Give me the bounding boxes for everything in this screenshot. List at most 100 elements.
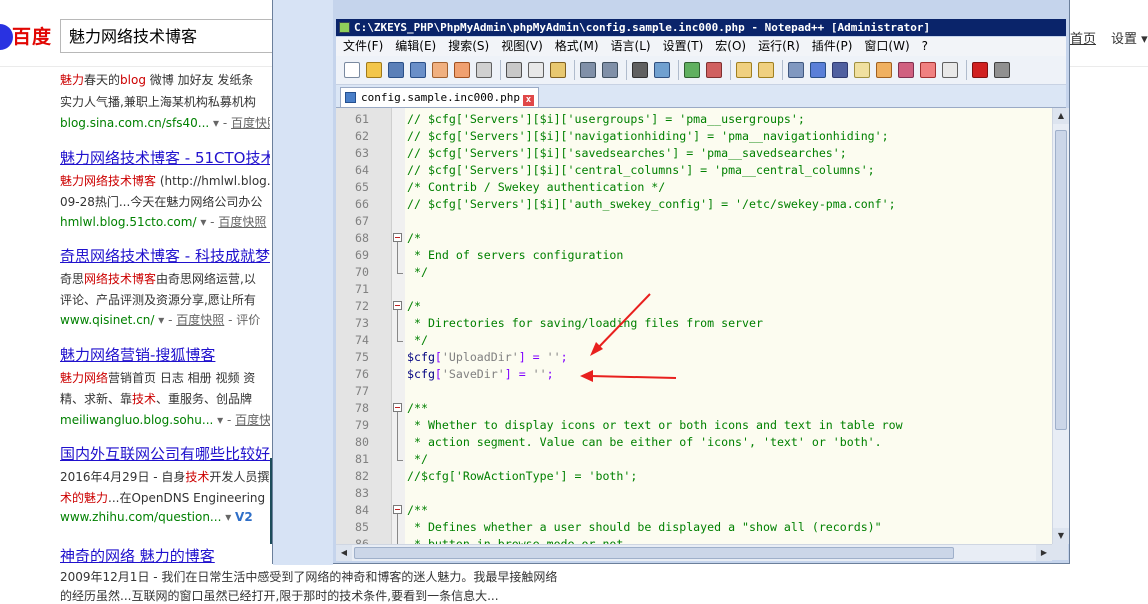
code-line[interactable]: 62 // $cfg['Servers'][$i]['navigationhidi… [336, 128, 1052, 145]
doc-list-icon[interactable] [898, 62, 914, 78]
rating-link[interactable]: 评价 [236, 313, 260, 327]
menu-item[interactable]: 运行(R) [751, 37, 805, 56]
code-line[interactable]: 79 * Whether to display icons or text or… [336, 417, 1052, 434]
close-tab-icon[interactable]: x [522, 95, 534, 106]
wrap-icon[interactable] [788, 62, 804, 78]
code-line[interactable]: 85 * Defines whether a user should be di… [336, 519, 1052, 536]
code-line[interactable]: 73 * Directories for saving/loading file… [336, 315, 1052, 332]
settings-link[interactable]: 设置 ▾ [1111, 28, 1148, 47]
result-title[interactable]: 魅力网络技术博客 - 51CTO技术博客 [60, 147, 270, 168]
menu-item[interactable]: 格式(M) [548, 37, 604, 56]
code-editor[interactable]: 61 // $cfg['Servers'][$i]['usergroups'] =… [336, 108, 1052, 544]
save-icon[interactable] [388, 62, 404, 78]
code-line[interactable]: 69 * End of servers configuration [336, 247, 1052, 264]
copy-icon[interactable] [528, 62, 544, 78]
code-line[interactable]: 81 */ [336, 451, 1052, 468]
code-line[interactable]: 77 [336, 383, 1052, 400]
code-line[interactable]: 74 */ [336, 332, 1052, 349]
code-line[interactable]: 61 // $cfg['Servers'][$i]['usergroups'] =… [336, 111, 1052, 128]
code-line[interactable]: 65 /* Contrib / Swekey authentication */ [336, 179, 1052, 196]
replace-icon[interactable] [654, 62, 670, 78]
show-all-icon[interactable] [810, 62, 826, 78]
window-titlebar[interactable]: C:\ZKEYS_PHP\PhpMyAdmin\phpMyAdmin\confi… [336, 19, 1066, 36]
scroll-down-icon[interactable]: ▼ [1053, 528, 1069, 544]
result-last-title[interactable]: 神奇的网络 魅力的博客 [60, 545, 215, 566]
stop-icon[interactable] [994, 62, 1010, 78]
folder-icon[interactable] [920, 62, 936, 78]
horizontal-scrollbar[interactable]: ◀ ▶ [336, 544, 1052, 561]
doc-map-icon[interactable] [854, 62, 870, 78]
scroll-right-icon[interactable]: ▶ [1036, 545, 1052, 561]
menu-item[interactable]: 宏(O) [708, 37, 751, 56]
code-line[interactable]: 68 /* [336, 230, 1052, 247]
code-line[interactable]: 66 // $cfg['Servers'][$i]['auth_swekey_co… [336, 196, 1052, 213]
fold-toggle-icon[interactable] [393, 301, 402, 310]
open-file-icon[interactable] [366, 62, 382, 78]
menu-item[interactable]: 搜索(S) [441, 37, 494, 56]
code-line[interactable]: 64 // $cfg['Servers'][$i]['central_column… [336, 162, 1052, 179]
fold-toggle-icon[interactable] [393, 505, 402, 514]
find-icon[interactable] [632, 62, 648, 78]
dropdown-icon[interactable]: ▾ [154, 313, 168, 327]
menu-item[interactable]: 语言(L) [604, 37, 656, 56]
zoom-in-icon[interactable] [684, 62, 700, 78]
home-link[interactable]: 首页 [1070, 28, 1096, 47]
vertical-scrollbar[interactable]: ▲ ▼ [1052, 108, 1069, 544]
menu-item[interactable]: 设置(T) [656, 37, 709, 56]
sync-v-icon[interactable] [736, 62, 752, 78]
code-line[interactable]: 83 [336, 485, 1052, 502]
snapshot-link[interactable]: 百度快照 [235, 413, 270, 427]
dropdown-icon[interactable]: ▾ [221, 510, 235, 524]
monitor-icon[interactable] [942, 62, 958, 78]
paste-icon[interactable] [550, 62, 566, 78]
scroll-left-icon[interactable]: ◀ [336, 545, 352, 561]
fold-toggle-icon[interactable] [393, 233, 402, 242]
result-url[interactable]: blog.sina.com.cn/sfs40... ▾ - 百度快照 [60, 114, 270, 131]
vertical-scroll-thumb[interactable] [1055, 130, 1067, 430]
result-url[interactable]: hmlwl.blog.51cto.com/ ▾ - 百度快照 [60, 213, 266, 230]
zoom-out-icon[interactable] [706, 62, 722, 78]
code-line[interactable]: 71 [336, 281, 1052, 298]
baidu-search-box[interactable] [60, 19, 300, 53]
dropdown-icon[interactable]: ▾ [197, 215, 211, 229]
menu-item[interactable]: 视图(V) [494, 37, 548, 56]
snapshot-link[interactable]: 百度快照 [176, 313, 224, 327]
code-line[interactable]: 75 $cfg['UploadDir'] = ''; [336, 349, 1052, 366]
record-icon[interactable] [972, 62, 988, 78]
function-list-icon[interactable] [876, 62, 892, 78]
result-title[interactable]: 国内外互联网公司有哪些比较好的技术博客 [60, 443, 270, 464]
result-title[interactable]: 魅力网络营销-搜狐博客 [60, 344, 215, 365]
result-url[interactable]: meiliwangluo.blog.sohu... ▾ - 百度快照 [60, 411, 270, 428]
code-line[interactable]: 80 * action segment. Value can be either… [336, 434, 1052, 451]
result-url[interactable]: www.zhihu.com/question... ▾ V2 [60, 510, 253, 524]
save-all-icon[interactable] [410, 62, 426, 78]
snapshot-link[interactable]: 百度快照 [231, 116, 270, 130]
print-icon[interactable] [476, 62, 492, 78]
code-line[interactable]: 76 $cfg['SaveDir'] = ''; [336, 366, 1052, 383]
code-line[interactable]: 72 /* [336, 298, 1052, 315]
redo-icon[interactable] [602, 62, 618, 78]
new-file-icon[interactable] [344, 62, 360, 78]
undo-icon[interactable] [580, 62, 596, 78]
indent-guide-icon[interactable] [832, 62, 848, 78]
code-line[interactable]: 86 * button in browse mode or not. [336, 536, 1052, 544]
menu-item[interactable]: 窗口(W) [857, 37, 914, 56]
result-title[interactable]: 奇思网络技术博客 - 科技成就梦想 [60, 245, 270, 266]
scroll-up-icon[interactable]: ▲ [1053, 108, 1069, 124]
code-line[interactable]: 70 */ [336, 264, 1052, 281]
baidu-search-input[interactable] [61, 20, 297, 49]
menu-item[interactable]: 文件(F) [336, 37, 388, 56]
code-line[interactable]: 84 /** [336, 502, 1052, 519]
code-line[interactable]: 78 /** [336, 400, 1052, 417]
notepadpp-window[interactable]: C:\ZKEYS_PHP\PhpMyAdmin\phpMyAdmin\confi… [272, 0, 1070, 565]
fold-toggle-icon[interactable] [393, 403, 402, 412]
code-line[interactable]: 82 //$cfg['RowActionType'] = 'both'; [336, 468, 1052, 485]
cut-icon[interactable] [506, 62, 522, 78]
code-line[interactable]: 63 // $cfg['Servers'][$i]['savedsearches'… [336, 145, 1052, 162]
menu-item[interactable]: 插件(P) [805, 37, 858, 56]
snapshot-link[interactable]: 百度快照 [218, 215, 266, 229]
dropdown-icon[interactable]: ▾ [209, 116, 223, 130]
sync-h-icon[interactable] [758, 62, 774, 78]
horizontal-scroll-thumb[interactable] [354, 547, 954, 559]
file-tab[interactable]: config.sample.inc000.php x [340, 87, 539, 107]
